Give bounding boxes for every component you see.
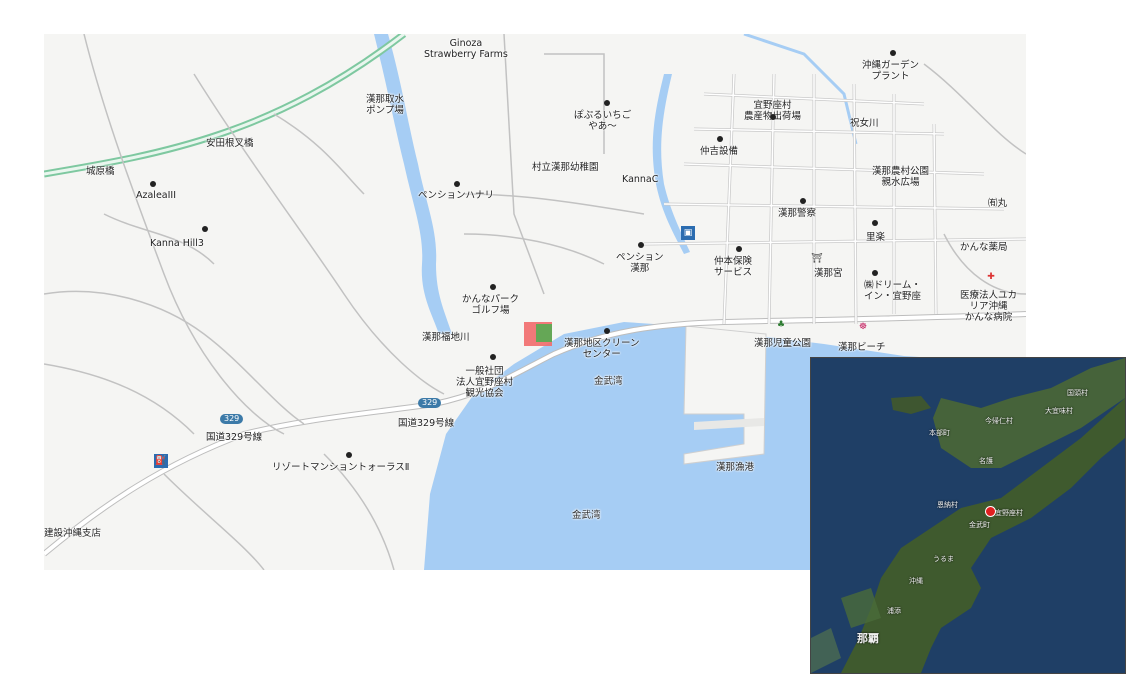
river-label: 漢那福地川 <box>422 332 470 343</box>
poi-dot[interactable] <box>717 136 723 142</box>
place-label: 仲本保険 サービス <box>714 256 753 278</box>
place-label: 一般社団 法人宜野座村 観光協会 <box>456 366 514 399</box>
inset-label: 国頭村 <box>1067 389 1088 397</box>
poi-dot[interactable] <box>346 452 352 458</box>
park-label: 漢那児童公園 <box>754 338 812 349</box>
bay-label: 金武湾 <box>594 376 623 387</box>
inset-label: 名護 <box>979 457 993 465</box>
shrine-icon[interactable]: ⛩ <box>810 252 824 266</box>
place-label: 漢那地区クリーン センター <box>564 338 640 360</box>
poi-dot[interactable] <box>638 242 644 248</box>
place-label: 村立漢那幼稚園 <box>532 162 599 173</box>
poi-dot[interactable] <box>490 354 496 360</box>
beach-label: 漢那ビーチ <box>838 342 886 353</box>
place-label: 仲吉設備 <box>700 146 739 157</box>
inset-label: 宜野座村 <box>995 509 1023 517</box>
river-label: 祝女川 <box>850 118 879 129</box>
route-shield: 329 <box>220 414 244 424</box>
inset-label: 浦添 <box>887 607 901 615</box>
place-label: 漢那取水 ポンプ場 <box>366 94 405 116</box>
route-shield: 329 <box>418 398 442 408</box>
place-label: AzaleaIII <box>136 190 177 201</box>
place-label: ペンションハナリ <box>418 190 495 201</box>
inset-label: 恩納村 <box>937 501 958 509</box>
beach-icon[interactable]: ☸ <box>856 320 870 334</box>
poi-dot[interactable] <box>890 50 896 56</box>
poi-dot[interactable] <box>736 246 742 252</box>
place-label: KannaC <box>622 174 659 185</box>
inset-label: 那覇 <box>857 632 879 645</box>
bridge-label: 安田根叉橋 <box>206 138 254 149</box>
place-label: 里楽 <box>866 232 886 243</box>
park-label: 漢那農村公園 親水広場 <box>872 166 930 188</box>
poi-dot[interactable] <box>202 226 208 232</box>
place-label: ㈲丸 <box>988 198 1008 209</box>
place-label: かんな薬局 <box>960 242 1008 253</box>
inset-label: 金武町 <box>969 521 990 529</box>
place-label: 漢那警察 <box>778 208 817 219</box>
inset-label: 沖縄 <box>909 577 923 585</box>
location-marker <box>985 506 996 517</box>
poi-dot[interactable] <box>490 284 496 290</box>
place-label: ぽぷるいちご やあ〜 <box>574 110 632 132</box>
bridge-label: 城原橋 <box>86 166 115 177</box>
place-label: かんなパーク ゴルフ場 <box>462 294 520 316</box>
place-label: 建設沖縄支店 <box>44 528 102 539</box>
poi-dot[interactable] <box>800 198 806 204</box>
bay-label: 金武湾 <box>572 510 601 521</box>
poi-dot[interactable] <box>872 270 878 276</box>
inset-label: 今帰仁村 <box>985 417 1013 425</box>
poi-dot[interactable] <box>454 181 460 187</box>
place-label: リゾートマンショントォーラスⅡ <box>272 462 410 473</box>
place-label: 医療法人ユカ リア沖縄 かんな病院 <box>960 290 1018 323</box>
road-label: 国道329号線 <box>206 432 263 443</box>
poi-dot[interactable] <box>150 181 156 187</box>
satellite-view <box>811 358 1125 673</box>
inset-label: 大宜味村 <box>1045 407 1073 415</box>
place-label: 漢那宮 <box>814 268 843 279</box>
place-label: 沖縄ガーデン プラント <box>862 60 920 82</box>
poi-dot[interactable] <box>872 220 878 226</box>
place-label: ペンション 漢那 <box>616 252 664 274</box>
inset-label: うるま <box>933 555 954 563</box>
poi-dot[interactable] <box>770 114 776 120</box>
inset-label: 本部町 <box>929 429 950 437</box>
park-icon[interactable]: ♣ <box>774 318 788 332</box>
police-icon[interactable]: ▣ <box>681 226 695 240</box>
gas-station-icon[interactable]: ⛽ <box>154 454 168 468</box>
hospital-icon[interactable]: ✚ <box>984 270 998 284</box>
overview-inset-map[interactable]: 国頭村 大宜味村 今帰仁村 本部町 名護 恩納村 宜野座村 金武町 うるま 沖縄… <box>810 357 1126 674</box>
port-label: 漢那漁港 <box>716 462 755 473</box>
place-label: Kanna Hill3 <box>150 238 204 249</box>
poi-dot[interactable] <box>604 328 610 334</box>
place-label: Ginoza Strawberry Farms <box>424 38 508 60</box>
poi-dot[interactable] <box>604 100 610 106</box>
road-label: 国道329号線 <box>398 418 455 429</box>
place-label: ㈱ドリーム・ イン・宜野座 <box>864 280 922 302</box>
